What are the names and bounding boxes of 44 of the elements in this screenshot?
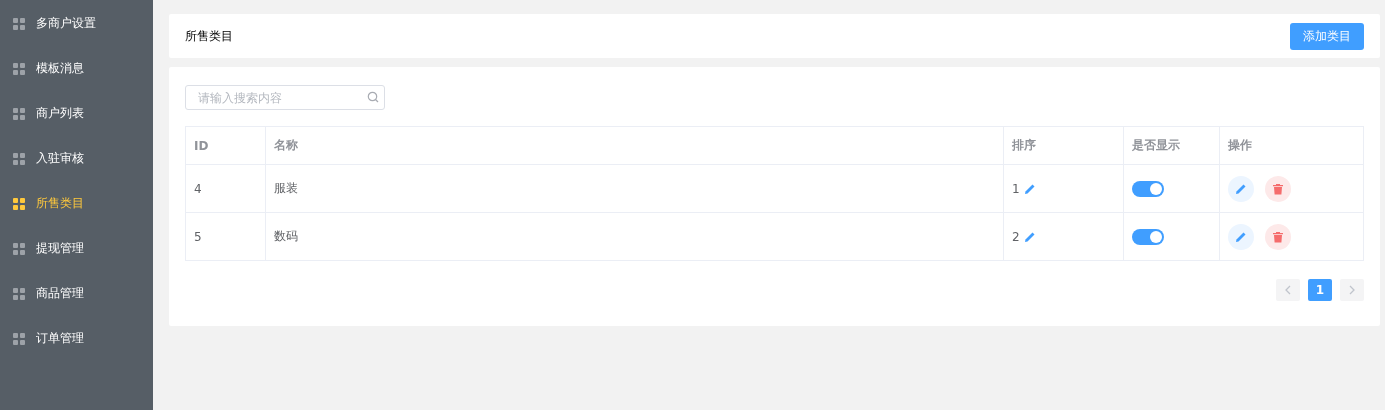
sidebar-item[interactable]: 模板消息 xyxy=(0,46,153,91)
grid-icon xyxy=(13,17,25,30)
grid-icon xyxy=(13,152,25,165)
sidebar-item[interactable]: 商户列表 xyxy=(0,91,153,136)
edit-button[interactable] xyxy=(1228,175,1254,202)
trash-icon xyxy=(1272,230,1284,243)
visibility-toggle[interactable] xyxy=(1132,228,1164,245)
trash-icon xyxy=(1272,182,1284,195)
grid-icon xyxy=(13,287,25,300)
search-icon xyxy=(367,91,379,103)
column-header: 名称 xyxy=(265,126,1004,165)
sidebar-item[interactable]: 多商户设置 xyxy=(0,1,153,46)
search-field[interactable]: 请输入搜索内容 xyxy=(185,85,385,110)
sidebar-item[interactable]: 订单管理 xyxy=(0,316,153,361)
delete-button[interactable] xyxy=(1265,175,1291,202)
column-header: 排序 xyxy=(1003,126,1124,165)
column-header: 操作 xyxy=(1219,126,1364,165)
pencil-icon xyxy=(1235,182,1247,195)
sort-value: 2 xyxy=(1012,229,1020,244)
table-cell: 数码 xyxy=(265,212,1004,261)
visibility-toggle[interactable] xyxy=(1132,180,1164,197)
grid-icon xyxy=(13,62,25,75)
sidebar-item[interactable]: 提现管理 xyxy=(0,226,153,271)
page-title: 所售类目 xyxy=(185,27,233,45)
sort-value: 1 xyxy=(1012,181,1020,196)
column-header: 是否显示 xyxy=(1123,126,1220,165)
sidebar-item[interactable]: 入驻审核 xyxy=(0,136,153,181)
pencil-icon xyxy=(1235,230,1247,243)
sidebar-item[interactable]: 商品管理 xyxy=(0,271,153,316)
table-cell: 服装 xyxy=(265,164,1004,213)
pencil-icon xyxy=(1023,182,1036,195)
chevron-left-icon xyxy=(1284,285,1292,295)
chevron-right-icon xyxy=(1348,285,1356,295)
grid-icon xyxy=(13,332,25,345)
column-header: ID xyxy=(185,126,266,165)
grid-icon xyxy=(13,242,25,255)
edit-button[interactable] xyxy=(1228,223,1254,250)
pencil-icon xyxy=(1023,230,1036,243)
table-cell: 5 xyxy=(185,212,266,261)
grid-icon xyxy=(13,107,25,120)
sidebar-item[interactable]: 所售类目 xyxy=(0,181,153,226)
delete-button[interactable] xyxy=(1265,223,1291,250)
table-cell: 4 xyxy=(185,164,266,213)
grid-icon xyxy=(13,197,25,210)
